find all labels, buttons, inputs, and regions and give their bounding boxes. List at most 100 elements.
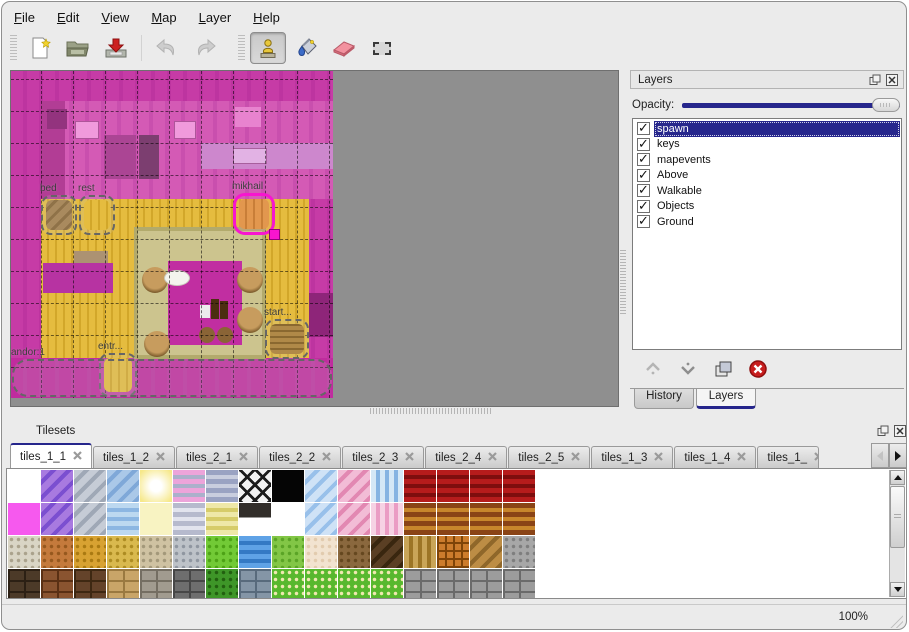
rectangular-select-button[interactable] (364, 32, 400, 64)
tile-sty[interactable] (206, 503, 238, 535)
map-object-start[interactable] (265, 319, 309, 359)
layer-row-Above[interactable]: Above (634, 168, 900, 184)
tab-close-icon[interactable] (156, 452, 165, 464)
tile-mg[interactable] (8, 503, 40, 535)
tab-close-icon[interactable] (73, 451, 82, 463)
tileset-tab-tiles_1_[interactable]: tiles_1_ (757, 446, 819, 468)
undo-button[interactable] (149, 32, 185, 64)
tile-hdg[interactable] (206, 569, 238, 599)
tile-glo[interactable] (140, 470, 172, 502)
tile-plg[interactable] (437, 569, 469, 599)
tile-glb2[interactable] (305, 470, 337, 502)
tile-py[interactable] (140, 503, 172, 535)
menu-help[interactable]: Help (253, 10, 280, 25)
tile-grf[interactable] (371, 569, 403, 599)
tile-glpk[interactable] (338, 503, 370, 535)
raise-layer-button[interactable] (642, 358, 664, 380)
tab-close-icon[interactable] (322, 452, 331, 464)
tab-close-icon[interactable] (488, 452, 497, 464)
resize-grip[interactable] (886, 611, 903, 628)
tile-plg[interactable] (404, 569, 436, 599)
tab-close-icon[interactable] (405, 452, 414, 464)
tileset-tab-tiles_1_3[interactable]: tiles_1_3 (591, 446, 673, 468)
tileset-tab-tiles_2_1[interactable]: tiles_2_1 (176, 446, 258, 468)
layer-visibility-checkbox[interactable] (637, 153, 650, 166)
tile-curp[interactable] (371, 503, 403, 535)
map-object-andor1[interactable] (12, 359, 332, 397)
tile-pbb[interactable] (140, 536, 172, 568)
stamp-brush-button[interactable] (250, 32, 286, 64)
layer-row-Walkable[interactable]: Walkable (634, 183, 900, 199)
tile-shf[interactable] (239, 503, 271, 535)
tile-wt2[interactable] (239, 536, 271, 568)
layer-row-spawn[interactable]: spawn (634, 121, 900, 137)
map-canvas[interactable]: bedrestmikhailstart...entr...andor:1 (11, 71, 333, 398)
tile-glg[interactable] (74, 503, 106, 535)
tile-curr[interactable] (503, 470, 535, 502)
layer-row-Ground[interactable]: Ground (634, 214, 900, 230)
tile-bk[interactable] (272, 470, 304, 502)
tab-close-icon[interactable] (239, 452, 248, 464)
scrollbar-down-button[interactable] (890, 582, 905, 597)
layer-visibility-checkbox[interactable] (637, 200, 650, 213)
tile-stg[interactable] (173, 503, 205, 535)
layer-visibility-checkbox[interactable] (637, 215, 650, 228)
tileset-tab-tiles_2_5[interactable]: tiles_2_5 (508, 446, 590, 468)
tile-snd[interactable] (305, 536, 337, 568)
horizontal-splitter[interactable] (370, 408, 492, 414)
tile-glp[interactable] (41, 503, 73, 535)
tab-close-icon[interactable] (571, 452, 580, 464)
tile-grf[interactable] (305, 569, 337, 599)
tile-wbr[interactable] (437, 503, 469, 535)
tile-bkbl[interactable] (239, 569, 271, 599)
tab-close-icon[interactable] (814, 452, 819, 464)
tile-glg[interactable] (74, 470, 106, 502)
scroll-tabs-left-button[interactable] (871, 443, 889, 468)
tile-wh[interactable] (272, 503, 304, 535)
object-resize-handle[interactable] (269, 229, 280, 240)
tile-wbr[interactable] (503, 503, 535, 535)
toolbar-drag-handle[interactable] (10, 35, 17, 61)
opacity-slider[interactable] (682, 97, 900, 113)
tile-plg[interactable] (470, 569, 502, 599)
tileset-scrollbar[interactable] (889, 470, 905, 597)
tile-grf[interactable] (272, 569, 304, 599)
delete-layer-button[interactable] (747, 358, 769, 380)
close-tilesets-button[interactable] (893, 424, 907, 438)
tile-glb2[interactable] (305, 503, 337, 535)
open-file-button[interactable] (60, 32, 96, 64)
tile-bkd2[interactable] (74, 569, 106, 599)
tile-glpk[interactable] (338, 470, 370, 502)
tile-curr[interactable] (437, 470, 469, 502)
menu-layer[interactable]: Layer (199, 10, 232, 25)
tile-stp[interactable] (173, 470, 205, 502)
layer-visibility-checkbox[interactable] (637, 184, 650, 197)
dock-tab-layers[interactable]: Layers (696, 389, 756, 409)
tile-plv[interactable] (404, 536, 436, 568)
tile-wat[interactable] (107, 503, 139, 535)
layer-row-mapevents[interactable]: mapevents (634, 152, 900, 168)
menu-file[interactable]: File (14, 10, 35, 25)
tile-bkg[interactable] (140, 569, 172, 599)
eraser-button[interactable] (326, 32, 362, 64)
tile-grs[interactable] (272, 536, 304, 568)
save-file-button[interactable] (98, 32, 134, 64)
tileset-tab-tiles_2_4[interactable]: tiles_2_4 (425, 446, 507, 468)
vertical-splitter[interactable] (620, 250, 626, 314)
tile-glb[interactable] (107, 470, 139, 502)
tile-curr[interactable] (404, 470, 436, 502)
tile-hrb[interactable] (470, 536, 502, 568)
scroll-tabs-right-button[interactable] (889, 443, 907, 468)
lower-layer-button[interactable] (677, 358, 699, 380)
close-panel-button[interactable] (885, 73, 899, 87)
tile-fbr[interactable] (338, 536, 370, 568)
new-file-button[interactable] (22, 32, 58, 64)
tileset-tab-tiles_1_1[interactable]: tiles_1_1 (10, 443, 92, 468)
tileset-tab-tiles_2_2[interactable]: tiles_2_2 (259, 446, 341, 468)
tile-wbr[interactable] (404, 503, 436, 535)
tile-grb[interactable] (206, 536, 238, 568)
layer-list[interactable]: spawnkeysmapeventsAboveWalkableObjectsGr… (632, 118, 902, 350)
tile-glp[interactable] (41, 470, 73, 502)
tile-shg[interactable] (371, 536, 403, 568)
dock-tab-history[interactable]: History (634, 389, 694, 409)
